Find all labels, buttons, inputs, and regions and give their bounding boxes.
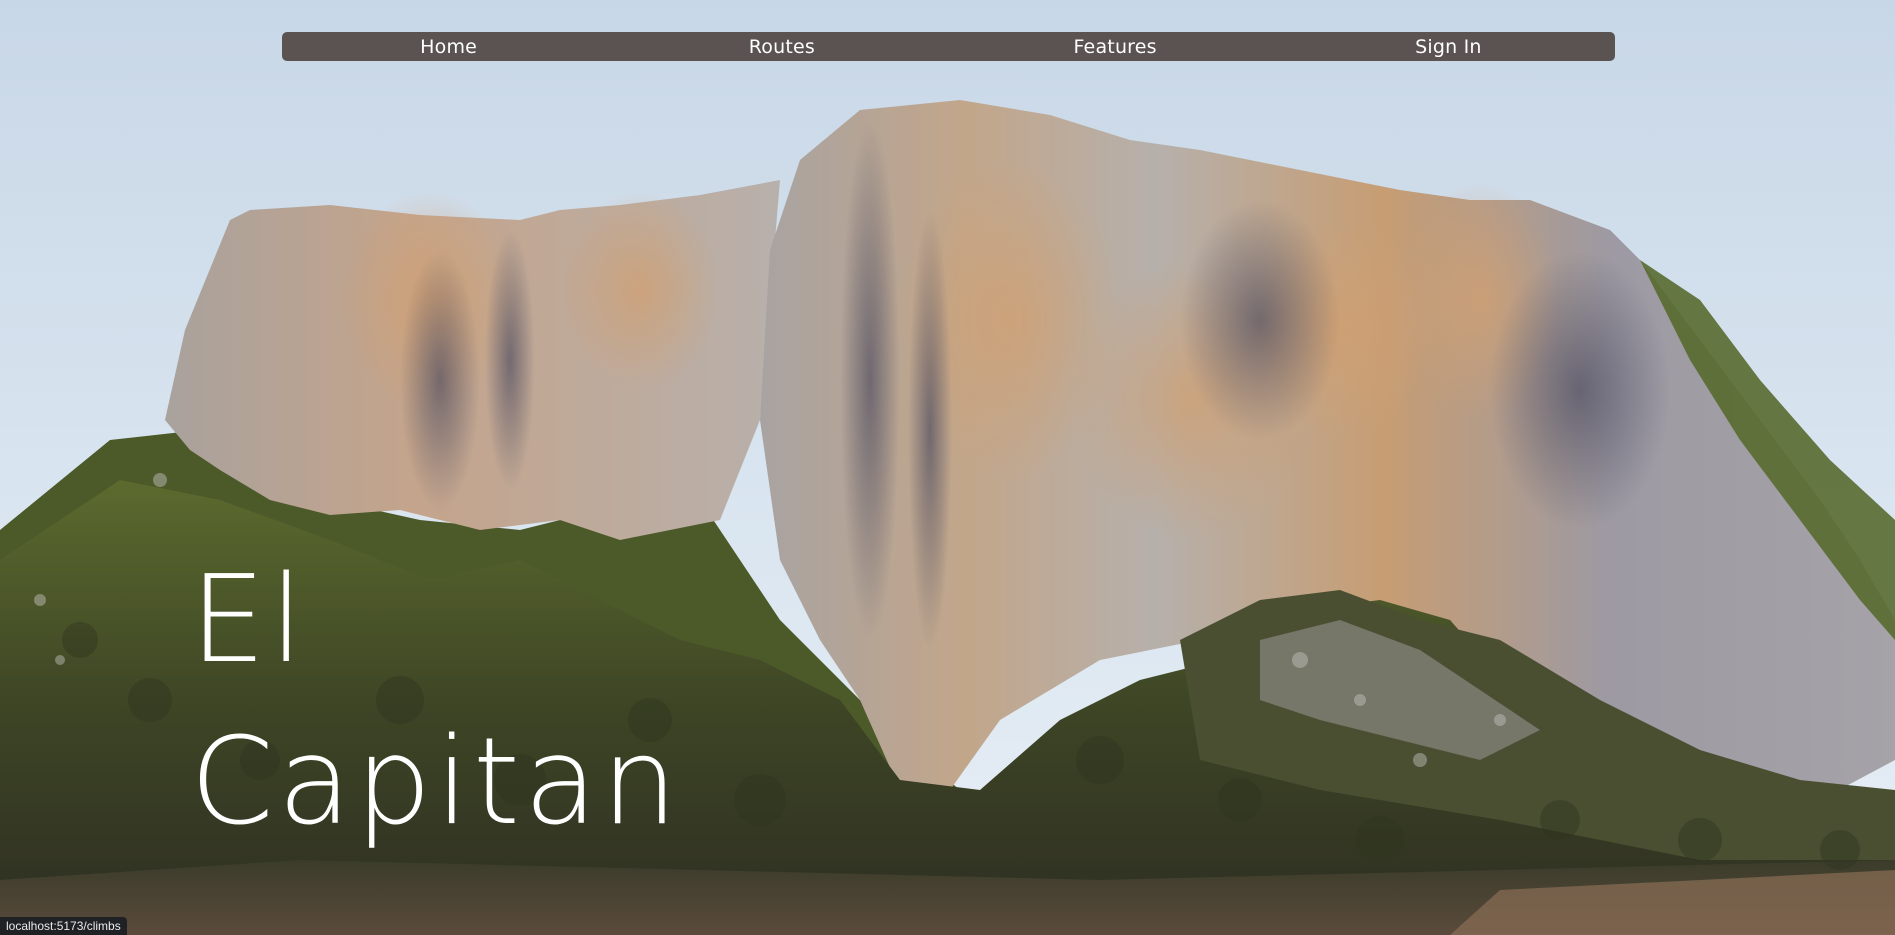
nav-link-routes[interactable]: Routes (615, 36, 948, 58)
nav-link-features[interactable]: Features (949, 36, 1282, 58)
hero-title-line-2: Capitan (190, 713, 682, 852)
nav-link-home[interactable]: Home (282, 36, 615, 58)
hero-title-line-1: El (190, 551, 308, 690)
status-bar-url: localhost:5173/climbs (0, 917, 127, 935)
nav-link-sign-in[interactable]: Sign In (1282, 36, 1615, 58)
top-navbar: Home Routes Features Sign In (282, 32, 1615, 61)
page-viewport: Home Routes Features Sign In El Capitan … (0, 0, 1895, 935)
hero-title: El Capitan (190, 540, 681, 864)
